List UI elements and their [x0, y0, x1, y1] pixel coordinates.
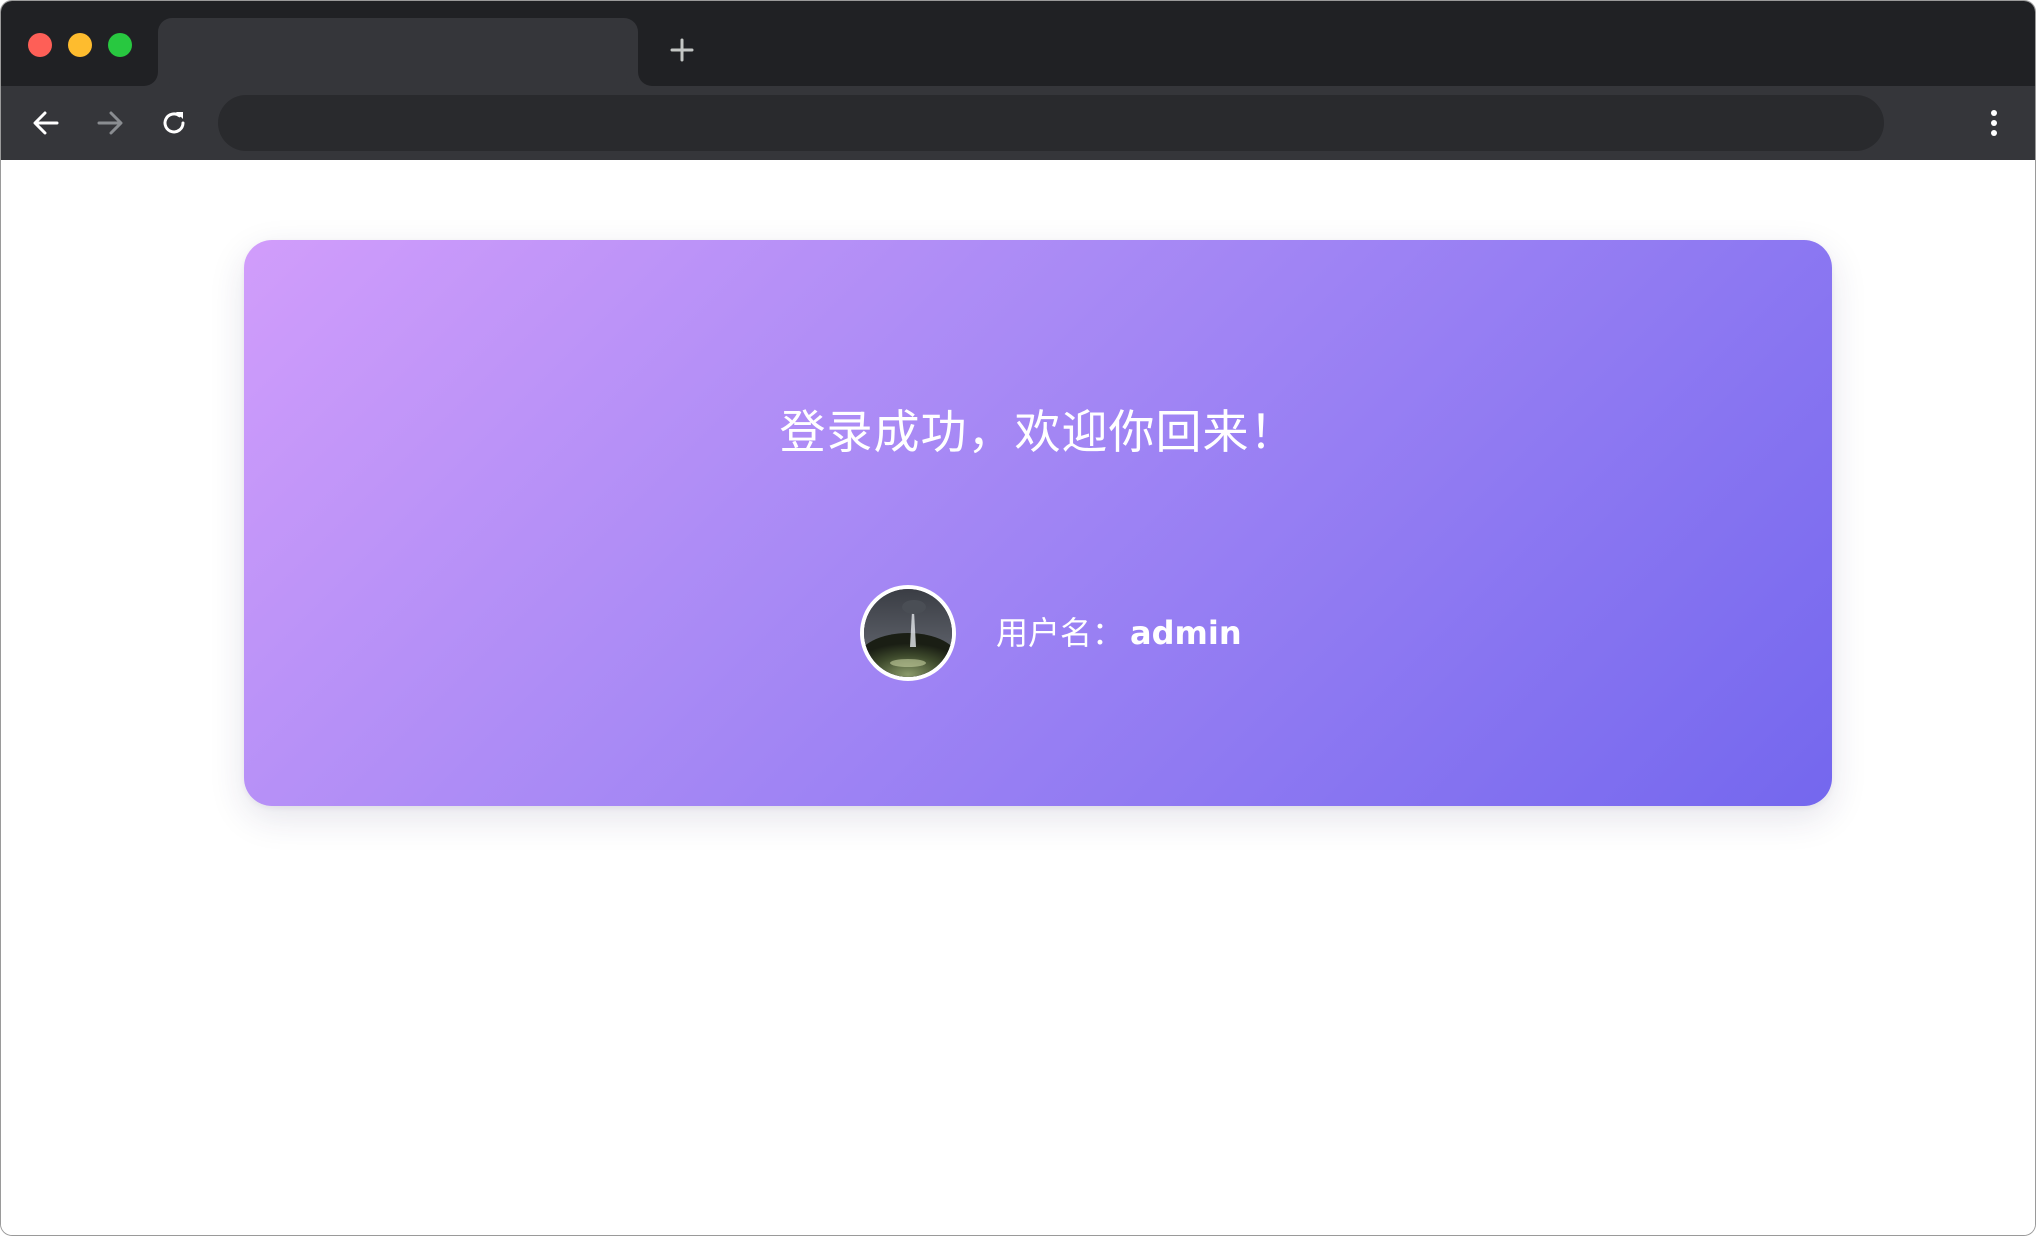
forward-button[interactable]: [91, 104, 129, 142]
tab-active[interactable]: [158, 18, 638, 86]
reload-button[interactable]: [155, 104, 193, 142]
reload-icon: [163, 112, 185, 134]
tab-bar: [1, 1, 2035, 86]
plus-icon: [670, 38, 694, 62]
user-avatar-image: [860, 585, 956, 681]
close-window-button[interactable]: [28, 33, 52, 57]
username-label: 用户名：: [996, 614, 1125, 652]
arrow-left-icon: [33, 111, 59, 135]
arrow-right-icon: [97, 111, 123, 135]
browser-menu-button[interactable]: [1975, 104, 2013, 142]
browser-toolbar: [1, 86, 2035, 160]
welcome-card: 登录成功，欢迎你回来！ 用户名： admin: [244, 240, 1832, 806]
kebab-menu-icon: [1991, 110, 1997, 136]
address-bar[interactable]: [218, 95, 1884, 151]
user-info: 用户名： admin: [244, 585, 1832, 681]
browser-window: 登录成功，欢迎你回来！ 用户名： admin: [0, 0, 2036, 1236]
back-button[interactable]: [27, 104, 65, 142]
welcome-message: 登录成功，欢迎你回来！: [779, 405, 1297, 459]
page-viewport: 登录成功，欢迎你回来！ 用户名： admin: [1, 160, 2035, 1235]
username-value: admin: [1130, 614, 1242, 652]
new-tab-button[interactable]: [665, 33, 699, 67]
maximize-window-button[interactable]: [108, 33, 132, 57]
minimize-window-button[interactable]: [68, 33, 92, 57]
